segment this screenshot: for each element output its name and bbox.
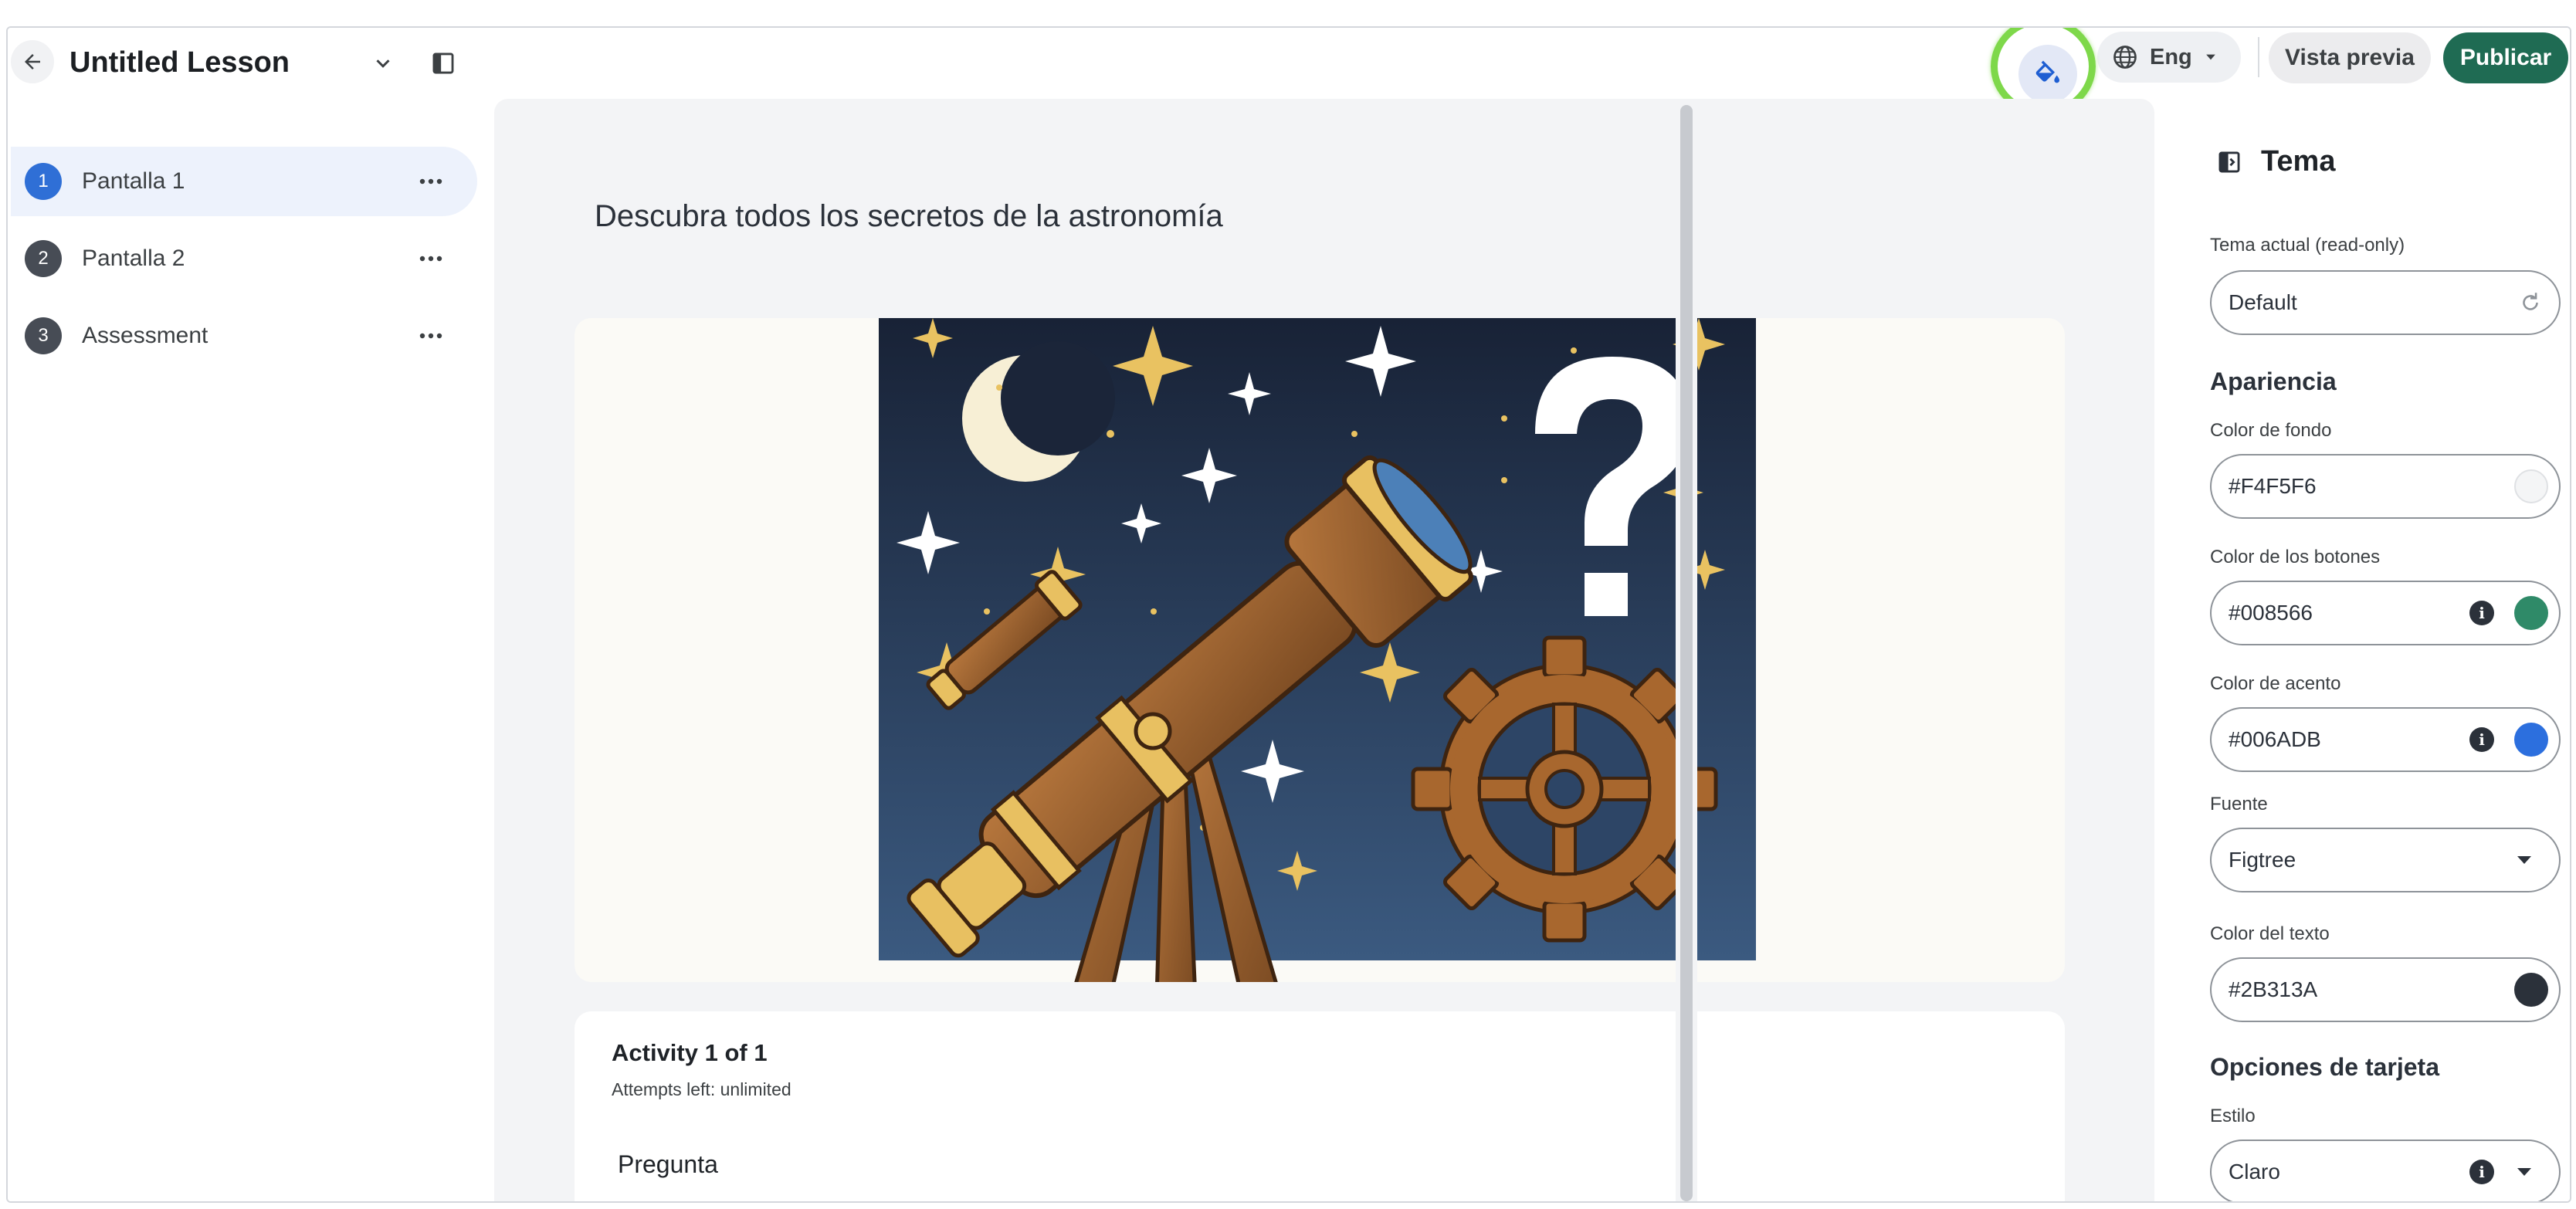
sidebar-item-assessment[interactable]: 3 Assessment — [11, 301, 477, 371]
current-theme-field: Default — [2210, 270, 2561, 335]
theme-panel-header: Tema — [2216, 145, 2335, 178]
screens-sidebar: 1 Pantalla 1 2 Pantalla 2 3 Assessment — [8, 97, 486, 1201]
button-color-value: #008566 — [2229, 601, 2313, 625]
more-options-button[interactable] — [409, 314, 452, 357]
style-value: Claro — [2229, 1160, 2280, 1184]
sidebar-item-pantalla-2[interactable]: 2 Pantalla 2 — [11, 224, 477, 293]
style-label: Estilo — [2210, 1106, 2256, 1126]
question-label[interactable]: Pregunta — [618, 1150, 718, 1179]
background-color-swatch[interactable] — [2514, 469, 2548, 503]
accent-color-swatch[interactable] — [2514, 723, 2548, 757]
style-select[interactable]: Claro i — [2210, 1140, 2561, 1201]
screen-number-badge: 3 — [25, 317, 62, 354]
lesson-canvas: Descubra todos los secretos de la astron… — [494, 99, 2154, 1201]
sidebar-item-label: Assessment — [82, 323, 208, 348]
screen-heading[interactable]: Descubra todos los secretos de la astron… — [595, 199, 1223, 234]
more-horizontal-icon — [419, 256, 442, 262]
sidebar-toggle-icon — [432, 52, 454, 74]
language-label: Eng — [2150, 44, 2192, 69]
theme-panel-title: Tema — [2261, 145, 2336, 178]
chevron-down-icon — [376, 59, 390, 68]
accent-color-field[interactable]: #006ADB i — [2210, 707, 2561, 772]
lesson-menu-button[interactable] — [364, 45, 402, 82]
accent-color-value: #006ADB — [2229, 727, 2321, 751]
activity-card[interactable]: Activity 1 of 1 Attempts left: unlimited… — [575, 1011, 2065, 1201]
more-horizontal-icon — [419, 178, 442, 185]
card-options-title: Opciones de tarjeta — [2210, 1053, 2439, 1081]
canvas-scrollbar[interactable] — [1676, 99, 1697, 1201]
back-button[interactable] — [11, 40, 54, 83]
text-color-field[interactable]: #2B313A — [2210, 957, 2561, 1022]
button-color-label: Color de los botones — [2210, 547, 2381, 567]
app-window: Untitled Lesson Eng Vista previa Publica… — [6, 26, 2571, 1203]
activity-title: Activity 1 of 1 — [612, 1039, 768, 1066]
screen-number-badge: 2 — [25, 240, 62, 277]
more-horizontal-icon — [419, 333, 442, 339]
language-selector[interactable]: Eng — [2097, 32, 2241, 83]
background-color-value: #F4F5F6 — [2229, 474, 2317, 498]
sidebar-item-label: Pantalla 1 — [82, 168, 185, 194]
refresh-icon[interactable] — [2517, 290, 2544, 316]
arrow-left-icon — [25, 54, 40, 69]
globe-icon — [2113, 46, 2137, 69]
text-color-value: #2B313A — [2229, 977, 2318, 1001]
toggle-sidebar-button[interactable] — [425, 45, 462, 82]
panel-collapse-icon[interactable] — [2216, 149, 2242, 175]
font-select[interactable]: Figtree — [2210, 828, 2561, 892]
scrollbar-thumb[interactable] — [1680, 105, 1693, 1201]
current-theme-value: Default — [2229, 290, 2297, 314]
hero-image-card[interactable] — [575, 318, 2065, 982]
screen-number-badge: 1 — [25, 163, 62, 200]
theme-panel: Tema Tema actual (read-only) Default Apa… — [2179, 97, 2570, 1201]
info-icon[interactable]: i — [2469, 1160, 2494, 1184]
toolbar-divider — [2258, 37, 2259, 77]
sidebar-item-label: Pantalla 2 — [82, 246, 185, 271]
attempts-text: Attempts left: unlimited — [612, 1079, 791, 1099]
font-value: Figtree — [2229, 848, 2296, 872]
button-color-field[interactable]: #008566 i — [2210, 581, 2561, 645]
background-color-field[interactable]: #F4F5F6 — [2210, 454, 2561, 519]
more-options-button[interactable] — [409, 160, 452, 203]
lesson-title[interactable]: Untitled Lesson — [69, 43, 290, 82]
preview-button[interactable]: Vista previa — [2269, 32, 2431, 83]
button-color-swatch[interactable] — [2514, 596, 2548, 630]
caret-down-icon — [2517, 1168, 2531, 1176]
accent-color-label: Color de acento — [2210, 673, 2341, 694]
text-color-swatch[interactable] — [2514, 973, 2548, 1007]
sidebar-item-pantalla-1[interactable]: 1 Pantalla 1 — [11, 147, 477, 216]
top-bar: Untitled Lesson Eng Vista previa Publica… — [8, 28, 2570, 116]
appearance-title: Apariencia — [2210, 367, 2337, 395]
font-label: Fuente — [2210, 794, 2268, 814]
info-icon[interactable]: i — [2469, 727, 2494, 752]
info-icon[interactable]: i — [2469, 601, 2494, 625]
caret-down-icon — [2205, 54, 2215, 60]
text-color-label: Color del texto — [2210, 923, 2330, 944]
astronomy-illustration — [879, 318, 1756, 982]
caret-down-icon — [2517, 856, 2531, 864]
background-color-label: Color de fondo — [2210, 420, 2332, 441]
more-options-button[interactable] — [409, 237, 452, 280]
current-theme-label: Tema actual (read-only) — [2210, 235, 2405, 256]
publish-button[interactable]: Publicar — [2443, 32, 2568, 83]
